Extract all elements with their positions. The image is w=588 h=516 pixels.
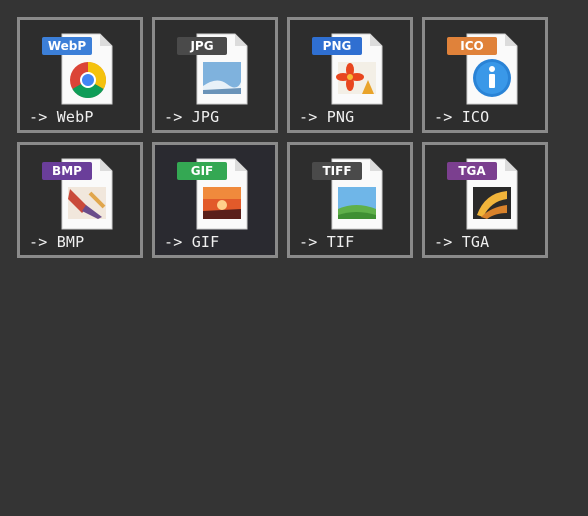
convert-png-button[interactable]: PNG -> PNG bbox=[287, 17, 413, 133]
svg-text:ICO: ICO bbox=[460, 39, 483, 53]
tga-file-icon: TGA bbox=[447, 153, 523, 233]
convert-jpg-button[interactable]: JPG -> JPG bbox=[152, 17, 278, 133]
tiff-file-icon: TIFF bbox=[312, 153, 388, 233]
jpg-label: -> JPG bbox=[164, 108, 220, 126]
ico-file-icon: ICO bbox=[447, 28, 523, 108]
webp-label: -> WebP bbox=[29, 108, 94, 126]
tga-label: -> TGA bbox=[434, 233, 490, 251]
ico-label: -> ICO bbox=[434, 108, 490, 126]
tif-label: -> TIF bbox=[299, 233, 355, 251]
convert-ico-button[interactable]: ICO -> ICO bbox=[422, 17, 548, 133]
bmp-label: -> BMP bbox=[29, 233, 85, 251]
convert-webp-button[interactable]: WebP -> WebP bbox=[17, 17, 143, 133]
gif-label: -> GIF bbox=[164, 233, 220, 251]
svg-text:GIF: GIF bbox=[191, 164, 214, 178]
gif-file-icon: GIF bbox=[177, 153, 253, 233]
convert-tif-button[interactable]: TIFF -> TIF bbox=[287, 142, 413, 258]
svg-text:TGA: TGA bbox=[458, 164, 486, 178]
convert-gif-button[interactable]: GIF -> GIF bbox=[152, 142, 278, 258]
webp-file-icon: WebP bbox=[42, 28, 118, 108]
svg-text:WebP: WebP bbox=[48, 39, 87, 53]
png-file-icon: PNG bbox=[312, 28, 388, 108]
convert-bmp-button[interactable]: BMP -> BMP bbox=[17, 142, 143, 258]
png-label: -> PNG bbox=[299, 108, 355, 126]
jpg-file-icon: JPG bbox=[177, 28, 253, 108]
svg-text:JPG: JPG bbox=[189, 39, 213, 53]
convert-tga-button[interactable]: TGA -> TGA bbox=[422, 142, 548, 258]
svg-text:BMP: BMP bbox=[52, 164, 82, 178]
svg-text:PNG: PNG bbox=[323, 39, 352, 53]
svg-text:TIFF: TIFF bbox=[322, 164, 351, 178]
format-grid: WebP -> WebP JPG -> JPG PNG -> PNG ICO -… bbox=[17, 17, 557, 258]
bmp-file-icon: BMP bbox=[42, 153, 118, 233]
